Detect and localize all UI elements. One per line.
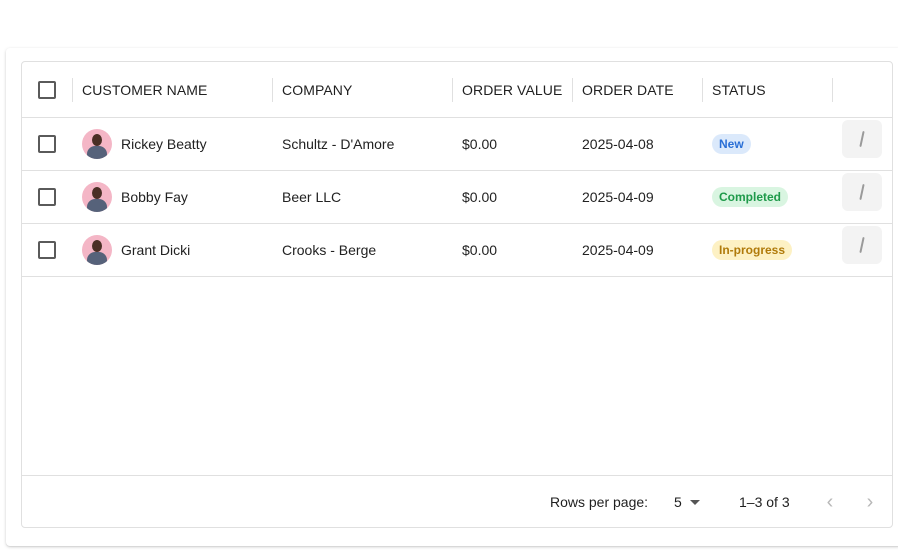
- row-checkbox-cell: [38, 224, 56, 276]
- status-cell: New: [712, 118, 751, 170]
- column-separator[interactable]: [272, 78, 273, 102]
- next-page-button[interactable]: ›: [858, 476, 882, 527]
- avatar: [82, 182, 112, 212]
- company-cell: Crooks - Berge: [282, 242, 377, 258]
- row-action-button[interactable]: [842, 226, 882, 264]
- customer-name: Rickey Beatty: [121, 136, 207, 152]
- rows-per-page-value: 5: [674, 494, 682, 510]
- orders-table: CUSTOMER NAME COMPANY ORDER VALUE ORDER …: [21, 61, 893, 528]
- table-row[interactable]: Bobby Fay Beer LLC $0.00 2025-04-09 Comp…: [22, 171, 892, 224]
- pencil-icon: [859, 236, 865, 254]
- select-all-checkbox-cell: [38, 62, 56, 117]
- row-checkbox[interactable]: [38, 241, 56, 259]
- status-cell: Completed: [712, 171, 789, 223]
- previous-page-button[interactable]: ‹: [818, 476, 842, 527]
- table-row[interactable]: Grant Dicki Crooks - Berge $0.00 2025-04…: [22, 224, 892, 277]
- orders-card: CUSTOMER NAME COMPANY ORDER VALUE ORDER …: [6, 48, 898, 546]
- status-badge: Completed: [712, 187, 789, 207]
- select-all-checkbox[interactable]: [38, 80, 56, 99]
- company-cell: Schultz - D'Amore: [282, 136, 395, 152]
- pencil-icon: [859, 183, 865, 201]
- order-date-cell: 2025-04-08: [582, 136, 654, 152]
- order-date-cell: 2025-04-09: [582, 242, 654, 258]
- pagination-range: 1–3 of 3: [739, 494, 790, 510]
- row-checkbox-cell: [38, 118, 56, 170]
- caret-down-icon: [689, 499, 700, 505]
- avatar: [82, 129, 112, 159]
- status-badge: New: [712, 134, 751, 154]
- status-badge: In-progress: [712, 240, 793, 260]
- chevron-left-icon: ‹: [826, 490, 834, 513]
- row-checkbox[interactable]: [38, 188, 56, 206]
- column-separator[interactable]: [452, 78, 453, 102]
- customer-name: Bobby Fay: [121, 189, 188, 205]
- column-header-customer-name[interactable]: CUSTOMER NAME: [82, 62, 208, 117]
- column-separator[interactable]: [832, 78, 833, 102]
- row-checkbox-cell: [38, 171, 56, 223]
- pencil-icon: [859, 130, 865, 148]
- order-value-cell: $0.00: [462, 189, 498, 205]
- customer-cell: Bobby Fay: [82, 171, 188, 223]
- table-header: CUSTOMER NAME COMPANY ORDER VALUE ORDER …: [22, 62, 892, 118]
- table-pagination: Rows per page: 5 1–3 of 3 ‹ ›: [22, 475, 892, 527]
- row-action-button[interactable]: [842, 173, 882, 211]
- order-date-cell: 2025-04-09: [582, 189, 654, 205]
- order-value-cell: $0.00: [462, 242, 498, 258]
- chevron-right-icon: ›: [866, 490, 874, 513]
- column-header-order-date[interactable]: ORDER DATE: [582, 62, 674, 117]
- status-cell: In-progress: [712, 224, 793, 276]
- rows-per-page-label: Rows per page:: [550, 494, 649, 510]
- rows-per-page-select[interactable]: 5: [674, 476, 700, 527]
- company-cell: Beer LLC: [282, 189, 342, 205]
- column-header-company[interactable]: COMPANY: [282, 62, 352, 117]
- row-checkbox[interactable]: [38, 135, 56, 153]
- column-header-status[interactable]: STATUS: [712, 62, 766, 117]
- column-header-order-value[interactable]: ORDER VALUE: [462, 62, 562, 117]
- customer-cell: Rickey Beatty: [82, 118, 207, 170]
- order-value-cell: $0.00: [462, 136, 498, 152]
- column-separator[interactable]: [702, 78, 703, 102]
- customer-cell: Grant Dicki: [82, 224, 190, 276]
- customer-name: Grant Dicki: [121, 242, 191, 258]
- row-action-button[interactable]: [842, 120, 882, 158]
- column-separator[interactable]: [572, 78, 573, 102]
- table-row[interactable]: Rickey Beatty Schultz - D'Amore $0.00 20…: [22, 118, 892, 171]
- avatar: [82, 235, 112, 265]
- column-separator[interactable]: [72, 78, 73, 102]
